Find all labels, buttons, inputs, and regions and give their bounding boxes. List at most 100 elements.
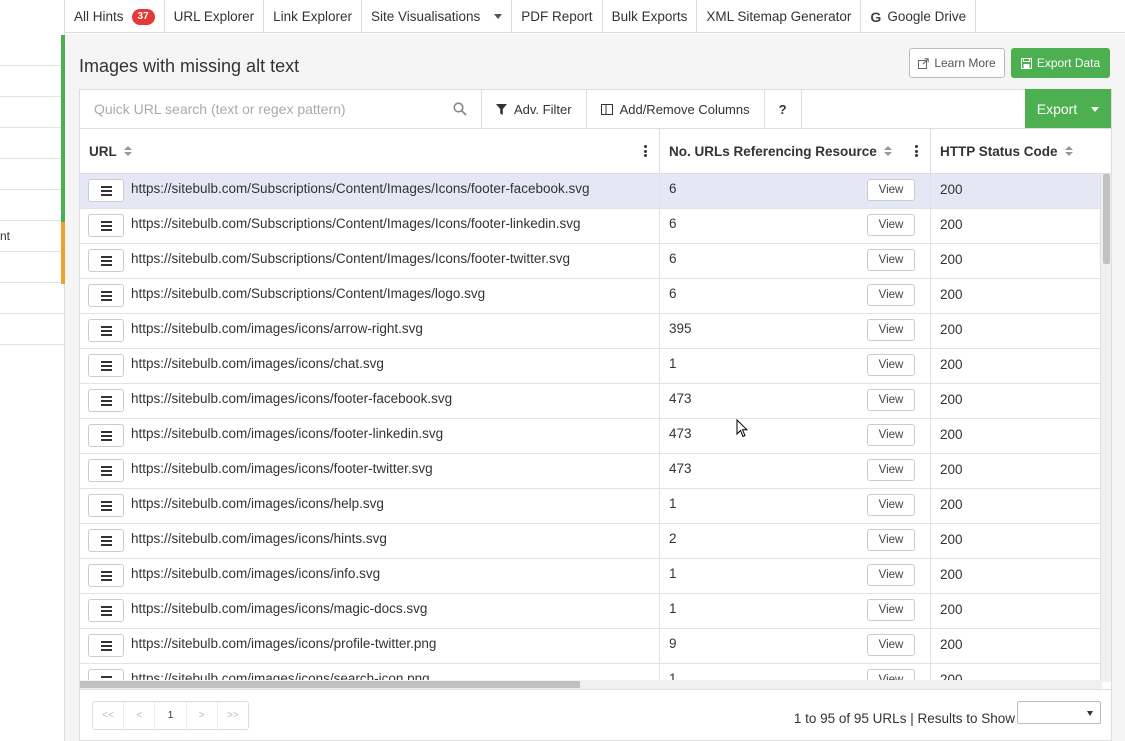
table-row[interactable]: https://sitebulb.com/images/icons/help.s… bbox=[80, 489, 1102, 524]
refs-cell: 1 View bbox=[660, 349, 931, 383]
column-header-url[interactable]: URL bbox=[80, 129, 660, 173]
sort-icon[interactable] bbox=[883, 146, 892, 156]
sidebar-item[interactable] bbox=[0, 66, 64, 97]
row-menu-button[interactable] bbox=[88, 214, 124, 237]
help-button[interactable]: ? bbox=[765, 90, 802, 128]
horizontal-scrollbar[interactable] bbox=[80, 680, 1102, 689]
column-header-status[interactable]: HTTP Status Code bbox=[931, 129, 1111, 173]
table-row[interactable]: https://sitebulb.com/images/icons/hints.… bbox=[80, 524, 1102, 559]
last-page-button[interactable]: >> bbox=[218, 702, 248, 729]
row-menu-button[interactable] bbox=[88, 599, 124, 622]
current-page[interactable]: 1 bbox=[155, 702, 187, 729]
status-code: 200 bbox=[940, 602, 963, 617]
row-menu-button[interactable] bbox=[88, 389, 124, 412]
nav-bulk-exports[interactable]: Bulk Exports bbox=[603, 0, 698, 33]
table-row[interactable]: https://sitebulb.com/images/icons/footer… bbox=[80, 384, 1102, 419]
sidebar-item[interactable] bbox=[0, 252, 64, 283]
view-button[interactable]: View bbox=[867, 214, 915, 236]
nav-site-visualisations[interactable]: Site Visualisations bbox=[362, 0, 513, 33]
learn-more-button[interactable]: Learn More bbox=[909, 48, 1005, 78]
status-cell: 200 bbox=[931, 209, 1102, 243]
view-button[interactable]: View bbox=[867, 529, 915, 551]
sidebar-item[interactable] bbox=[0, 97, 64, 128]
view-button[interactable]: View bbox=[867, 249, 915, 271]
view-button[interactable]: View bbox=[867, 389, 915, 411]
column-header-refs[interactable]: No. URLs Referencing Resource bbox=[660, 129, 931, 173]
sort-icon[interactable] bbox=[123, 146, 132, 156]
sidebar-item[interactable] bbox=[0, 35, 64, 66]
table-row[interactable]: https://sitebulb.com/Subscriptions/Conte… bbox=[80, 209, 1102, 244]
vertical-scrollbar-thumb[interactable] bbox=[1103, 174, 1110, 264]
url-cell: https://sitebulb.com/images/icons/footer… bbox=[80, 384, 660, 418]
add-remove-columns-button[interactable]: Add/Remove Columns bbox=[587, 90, 765, 128]
next-page-button[interactable]: > bbox=[187, 702, 218, 729]
nav-link-explorer[interactable]: Link Explorer bbox=[264, 0, 362, 33]
nav-all-hints[interactable]: All Hints 37 bbox=[65, 0, 165, 33]
sidebar-item[interactable] bbox=[0, 190, 64, 221]
nav-google-drive[interactable]: G Google Drive bbox=[861, 0, 977, 33]
table-row[interactable]: https://sitebulb.com/images/icons/profil… bbox=[80, 629, 1102, 664]
view-button[interactable]: View bbox=[867, 564, 915, 586]
export-data-button[interactable]: Export Data bbox=[1011, 48, 1110, 78]
nav-pdf-report[interactable]: PDF Report bbox=[512, 0, 603, 33]
view-button[interactable]: View bbox=[867, 179, 915, 201]
search-icon[interactable] bbox=[453, 102, 467, 116]
status-cell: 200 bbox=[931, 314, 1102, 348]
table-row[interactable]: https://sitebulb.com/images/icons/footer… bbox=[80, 419, 1102, 454]
google-icon: G bbox=[870, 8, 882, 25]
row-menu-button[interactable] bbox=[88, 564, 124, 587]
view-button[interactable]: View bbox=[867, 634, 915, 656]
refs-count: 6 bbox=[669, 251, 677, 266]
sidebar-item[interactable] bbox=[0, 159, 64, 190]
nav-url-explorer[interactable]: URL Explorer bbox=[165, 0, 265, 33]
table-row[interactable]: https://sitebulb.com/images/icons/footer… bbox=[80, 454, 1102, 489]
row-menu-button[interactable] bbox=[88, 179, 124, 202]
view-button[interactable]: View bbox=[867, 284, 915, 306]
table-row[interactable]: https://sitebulb.com/Subscriptions/Conte… bbox=[80, 174, 1102, 209]
prev-page-button[interactable]: < bbox=[124, 702, 156, 729]
sidebar-item[interactable] bbox=[0, 314, 64, 345]
table-row[interactable]: https://sitebulb.com/images/icons/info.s… bbox=[80, 559, 1102, 594]
view-button[interactable]: View bbox=[867, 494, 915, 516]
vertical-scrollbar[interactable] bbox=[1100, 174, 1111, 682]
view-button[interactable]: View bbox=[867, 599, 915, 621]
status-cell: 200 bbox=[931, 594, 1102, 628]
view-button[interactable]: View bbox=[867, 459, 915, 481]
nav-xml-sitemap[interactable]: XML Sitemap Generator bbox=[697, 0, 862, 33]
table-row[interactable]: https://sitebulb.com/Subscriptions/Conte… bbox=[80, 244, 1102, 279]
export-dropdown-button[interactable]: Export bbox=[1025, 89, 1111, 129]
results-per-page-select[interactable] bbox=[1017, 701, 1101, 724]
status-cell: 200 bbox=[931, 559, 1102, 593]
sidebar-item[interactable]: tent bbox=[0, 221, 64, 252]
table-row[interactable]: https://sitebulb.com/images/icons/chat.s… bbox=[80, 349, 1102, 384]
table-row[interactable]: https://sitebulb.com/images/icons/arrow-… bbox=[80, 314, 1102, 349]
first-page-button[interactable]: << bbox=[93, 702, 125, 729]
column-menu-icon[interactable] bbox=[644, 145, 647, 157]
sort-icon[interactable] bbox=[1064, 146, 1073, 156]
row-menu-button[interactable] bbox=[88, 494, 124, 517]
column-menu-icon[interactable] bbox=[915, 145, 918, 157]
row-menu-button[interactable] bbox=[88, 249, 124, 272]
horizontal-scrollbar-thumb[interactable] bbox=[80, 681, 580, 688]
refs-cell: 6 View bbox=[660, 209, 931, 243]
nav-google-drive-label: Google Drive bbox=[887, 9, 967, 24]
table-row[interactable]: https://sitebulb.com/Subscriptions/Conte… bbox=[80, 279, 1102, 314]
refs-cell: 6 View bbox=[660, 244, 931, 278]
table-row[interactable]: https://sitebulb.com/images/icons/magic-… bbox=[80, 594, 1102, 629]
sidebar-item[interactable] bbox=[0, 283, 64, 314]
refs-cell: 395 View bbox=[660, 314, 931, 348]
view-button[interactable]: View bbox=[867, 354, 915, 376]
row-menu-button[interactable] bbox=[88, 319, 124, 342]
adv-filter-button[interactable]: Adv. Filter bbox=[482, 90, 587, 128]
sidebar-item[interactable] bbox=[0, 128, 64, 159]
row-menu-button[interactable] bbox=[88, 634, 124, 657]
row-menu-button[interactable] bbox=[88, 284, 124, 307]
row-menu-button[interactable] bbox=[88, 459, 124, 482]
row-menu-button[interactable] bbox=[88, 424, 124, 447]
search-input[interactable] bbox=[80, 90, 450, 128]
row-menu-button[interactable] bbox=[88, 529, 124, 552]
status-cell: 200 bbox=[931, 524, 1102, 558]
view-button[interactable]: View bbox=[867, 319, 915, 341]
row-menu-button[interactable] bbox=[88, 354, 124, 377]
view-button[interactable]: View bbox=[867, 424, 915, 446]
